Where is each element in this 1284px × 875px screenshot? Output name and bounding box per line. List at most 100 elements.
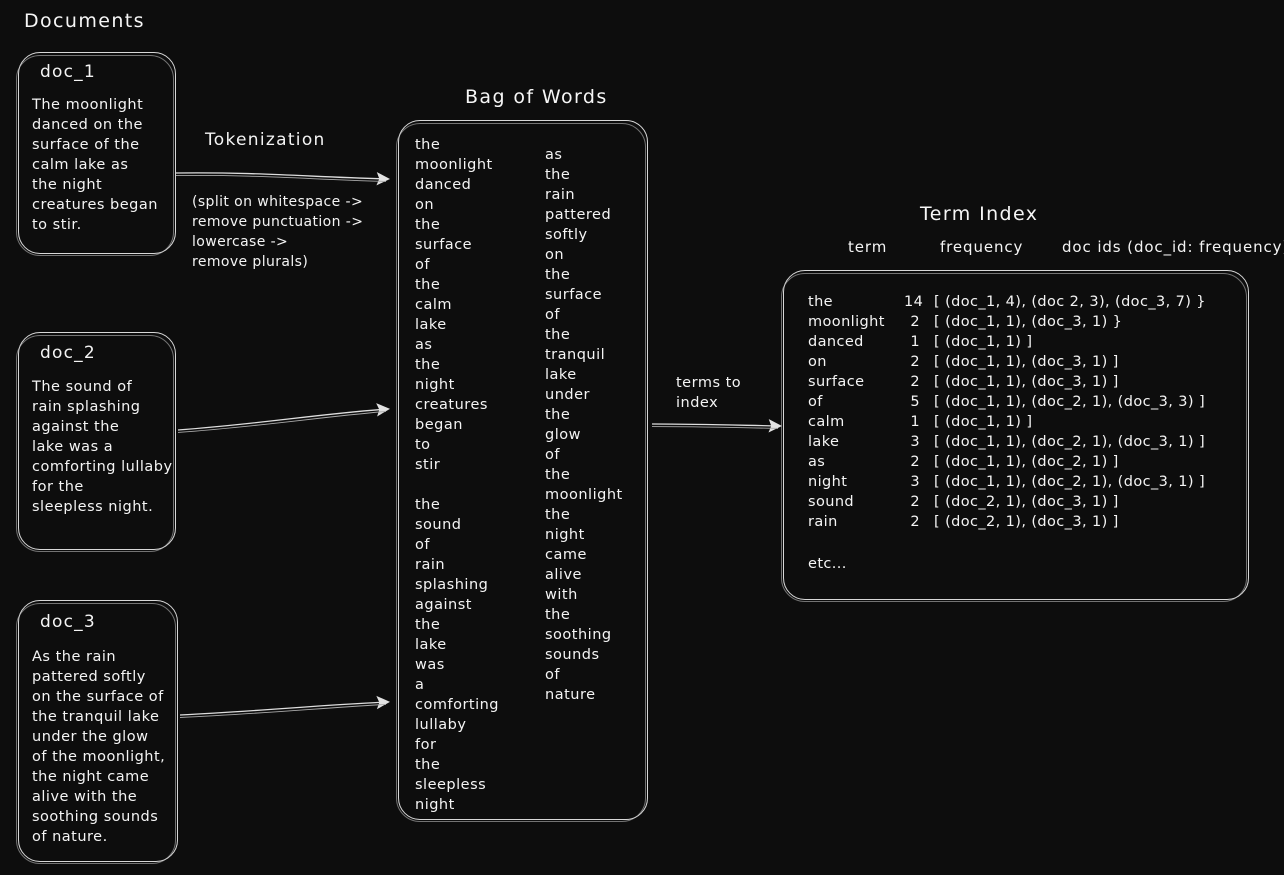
bow-token: surface xyxy=(415,237,473,253)
term-index-cell-doc-ids: [ (doc_1, 4), (doc 2, 3), (doc_3, 7) } xyxy=(934,294,1206,310)
bow-token: the xyxy=(545,167,571,183)
term-index-footer: etc... xyxy=(808,556,847,572)
term-index-cell-term: lake xyxy=(808,434,840,450)
bow-token: the xyxy=(415,357,441,373)
bow-token: surface xyxy=(545,287,603,303)
bow-token: stir xyxy=(415,457,441,473)
bow-token: as xyxy=(415,337,433,353)
bow-token: for xyxy=(415,737,437,753)
term-index-cell-doc-ids: [ (doc_1, 1), (doc_2, 1), (doc_3, 3) ] xyxy=(934,394,1206,410)
bow-token: the xyxy=(415,277,441,293)
bow-token: was xyxy=(415,657,445,673)
term-index-cell-frequency: 3 xyxy=(910,474,920,490)
bow-token: of xyxy=(415,257,430,273)
term-index-row: moonlight 2 [ (doc_1, 1), (doc_3, 1) } xyxy=(808,312,1238,332)
bow-token: rain xyxy=(415,557,446,573)
bag-of-words-column-2: as the rain pattered softly on the surface of the… xyxy=(545,145,623,705)
bow-token: came xyxy=(545,547,587,563)
doc-id-doc_2: doc_2 xyxy=(40,343,96,363)
term-index-row: as 2 [ (doc_1, 1), (doc_2, 1) ] xyxy=(808,452,1238,472)
term-index-cell-frequency: 2 xyxy=(910,494,920,510)
bow-token: the xyxy=(545,607,571,623)
bow-token: the xyxy=(545,467,571,483)
term-index-cell-doc-ids: [ (doc_1, 1), (doc_2, 1), (doc_3, 1) ] xyxy=(934,474,1206,490)
term-index-cell-term: as xyxy=(808,454,826,470)
term-index-cell-doc-ids: [ (doc_1, 1), (doc_2, 1), (doc_3, 1) ] xyxy=(934,434,1206,450)
bow-token: danced xyxy=(415,177,472,193)
doc-text-doc_2: The sound of rain splashing against the … xyxy=(32,379,173,515)
term-index-cell-term: of xyxy=(808,394,823,410)
bow-token: splashing xyxy=(415,577,489,593)
bow-token: as xyxy=(545,147,563,163)
bow-token: to xyxy=(415,437,431,453)
bow-token: began xyxy=(415,417,463,433)
bow-token: on xyxy=(545,247,565,263)
term-index-cell-frequency: 2 xyxy=(910,314,920,330)
term-index-header-term: term xyxy=(848,238,888,256)
terms-to-index-edge-label: terms to index xyxy=(676,375,742,411)
bow-token: the xyxy=(415,217,441,233)
bow-token: the xyxy=(415,617,441,633)
term-index-header-frequency: frequency xyxy=(940,238,1024,256)
bow-token: sleepless xyxy=(415,777,487,793)
bow-token: softly xyxy=(545,227,588,243)
term-index-cell-term: sound xyxy=(808,494,855,510)
term-index-cell-doc-ids: [ (doc_1, 1), (doc_3, 1) ] xyxy=(934,374,1119,390)
bow-token: the xyxy=(415,757,441,773)
term-index-cell-term: night xyxy=(808,474,848,490)
doc-id-doc_3: doc_3 xyxy=(40,612,96,632)
term-index-cell-term: rain xyxy=(808,514,838,530)
term-index-row: surface 2 [ (doc_1, 1), (doc_3, 1) ] xyxy=(808,372,1238,392)
bow-token: rain xyxy=(545,187,576,203)
bow-token: alive xyxy=(545,567,582,583)
bow-token: of xyxy=(545,447,560,463)
term-index-table: the 14 [ (doc_1, 4), (doc 2, 3), (doc_3, 7… xyxy=(808,292,1238,574)
term-index-cell-doc-ids: [ (doc_1, 1) ] xyxy=(934,414,1033,430)
term-index-row: of 5 [ (doc_1, 1), (doc_2, 1), (doc_3, 3) … xyxy=(808,392,1238,412)
bow-spacer xyxy=(415,475,499,495)
term-index-row: danced 1 [ (doc_1, 1) ] xyxy=(808,332,1238,352)
term-index-cell-term: surface xyxy=(808,374,865,390)
bow-token: comforting xyxy=(415,697,500,713)
tokenization-edge-label: Tokenization xyxy=(205,130,326,150)
arrow-doc3-to-bow xyxy=(179,695,390,718)
term-index-row: night 3 [ (doc_1, 1), (doc_2, 1), (doc_3, … xyxy=(808,472,1238,492)
doc-text-doc_3: As the rain pattered softly on the surfa… xyxy=(32,649,166,845)
bow-token: creatures xyxy=(415,397,488,413)
term-index-cell-doc-ids: [ (doc_1, 1), (doc_2, 1) ] xyxy=(934,454,1119,470)
term-index-cell-term: calm xyxy=(808,414,845,430)
bow-token: on xyxy=(415,197,435,213)
bow-token: lake xyxy=(415,317,447,333)
bow-token: moonlight xyxy=(545,487,623,503)
term-index-row: sound 2 [ (doc_2, 1), (doc_3, 1) ] xyxy=(808,492,1238,512)
term-index-row: calm 1 [ (doc_1, 1) ] xyxy=(808,412,1238,432)
bow-token: with xyxy=(545,587,578,603)
term-index-cell-term: the xyxy=(808,294,833,310)
term-index-cell-doc-ids: [ (doc_1, 1), (doc_3, 1) ] xyxy=(934,354,1119,370)
bow-token: pattered xyxy=(545,207,612,223)
bow-token: of xyxy=(545,307,560,323)
doc-id-doc_1: doc_1 xyxy=(40,62,96,82)
bow-token: the xyxy=(545,327,571,343)
bag-of-words-column-1: the moonlight danced on the surface of the calm l… xyxy=(415,135,499,815)
bow-token: the xyxy=(545,267,571,283)
bow-token: under xyxy=(545,387,590,403)
doc-text-doc_1: The moonlight danced on the surface of t… xyxy=(32,97,158,233)
bow-token: against xyxy=(415,597,472,613)
term-index-cell-frequency: 2 xyxy=(910,514,920,530)
term-index-column-headers: term frequency doc ids (doc_id: frequenc… xyxy=(840,238,1284,260)
term-index-cell-term: moonlight xyxy=(808,314,885,330)
term-index-cell-frequency: 3 xyxy=(910,434,920,450)
bow-token: sounds xyxy=(545,647,600,663)
bow-token: of xyxy=(545,667,560,683)
bow-token: lullaby xyxy=(415,717,467,733)
term-index-cell-frequency: 5 xyxy=(910,394,920,410)
term-index-cell-doc-ids: [ (doc_2, 1), (doc_3, 1) ] xyxy=(934,514,1119,530)
term-index-cell-frequency: 2 xyxy=(910,374,920,390)
term-index-cell-frequency: 2 xyxy=(910,354,920,370)
bow-token: the xyxy=(545,507,571,523)
bow-token: the xyxy=(545,407,571,423)
term-index-header-doc-ids: doc ids (doc_id: frequency) xyxy=(1062,238,1284,256)
bow-token: lake xyxy=(545,367,577,383)
bow-token: lake xyxy=(415,637,447,653)
